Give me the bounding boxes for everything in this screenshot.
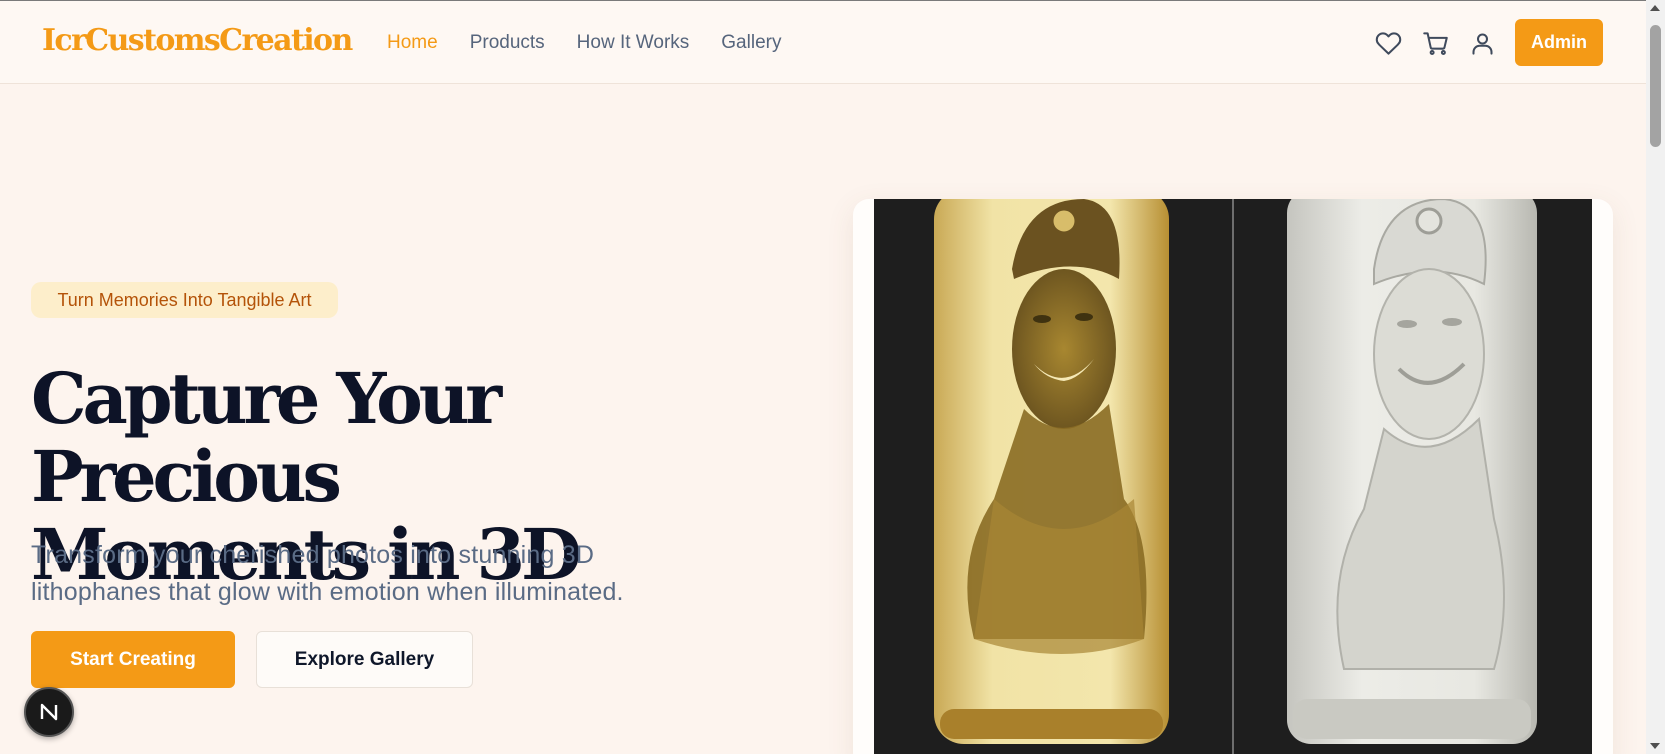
nextjs-dev-badge[interactable] xyxy=(24,687,74,737)
scroll-down-arrow-icon[interactable] xyxy=(1650,743,1660,749)
wishlist-button[interactable] xyxy=(1373,28,1403,58)
hero-title-line-1: Capture Your Precious xyxy=(31,357,502,518)
nav-link-how-it-works[interactable]: How It Works xyxy=(577,32,690,54)
heart-icon xyxy=(1375,31,1401,55)
scroll-thumb[interactable] xyxy=(1650,25,1661,147)
nav-link-home[interactable]: Home xyxy=(387,32,438,54)
nextjs-logo-icon xyxy=(40,703,58,721)
scroll-up-arrow-icon[interactable] xyxy=(1650,5,1660,11)
admin-button[interactable]: Admin xyxy=(1515,19,1603,66)
cart-icon xyxy=(1422,31,1448,55)
hero-subtitle: Transform your cherished photos into stu… xyxy=(31,537,711,611)
main-nav: Home Products How It Works Gallery xyxy=(387,32,781,54)
photo-divider xyxy=(1232,199,1234,754)
hero-subtitle-line-1: Transform your cherished photos into stu… xyxy=(31,541,595,569)
lithophane-photo xyxy=(874,199,1592,754)
hero-badge: Turn Memories Into Tangible Art xyxy=(31,282,338,318)
site-header: IcrCustomsCreation Home Products How It … xyxy=(0,1,1646,84)
nav-link-products[interactable]: Products xyxy=(470,32,545,54)
cart-button[interactable] xyxy=(1420,28,1450,58)
account-button[interactable] xyxy=(1467,28,1497,58)
start-creating-button[interactable]: Start Creating xyxy=(31,631,235,688)
hero-subtitle-line-2: lithophanes that glow with emotion when … xyxy=(31,578,624,606)
nav-link-gallery[interactable]: Gallery xyxy=(721,32,781,54)
brand-logo[interactable]: IcrCustomsCreation xyxy=(42,23,353,58)
page-scrollbar[interactable] xyxy=(1646,0,1665,754)
user-icon xyxy=(1471,32,1493,55)
explore-gallery-button[interactable]: Explore Gallery xyxy=(256,631,473,688)
